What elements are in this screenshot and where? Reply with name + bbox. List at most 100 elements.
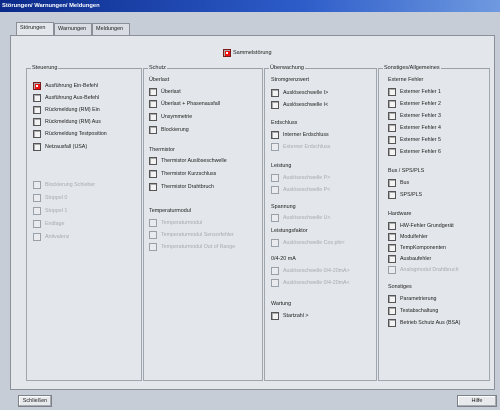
checkbox-rm-testposition[interactable]	[33, 130, 41, 138]
checkbox-temperaturmodul	[149, 219, 157, 227]
label-parametrierung: Parametrierung	[400, 296, 437, 302]
label-blockierung: Blockierung	[161, 127, 189, 133]
checkbox-antivalenz	[33, 233, 41, 241]
label-externer-erdschluss: Externer Erdschluss	[283, 144, 331, 150]
label-antivalenz: Antivalenz	[45, 234, 70, 240]
subheading-externe-fehler: Externe Fehler	[388, 77, 424, 83]
checkbox-endlage	[33, 220, 41, 228]
tab-meldungen[interactable]: Meldungen	[92, 23, 130, 35]
label-thermistor-kurzschluss: Thermistor Kurzschluss	[161, 171, 217, 177]
checkbox-externer-fehler-5[interactable]	[388, 136, 396, 144]
checkbox-thermistor-ausloese[interactable]	[149, 157, 157, 165]
group-title: Schutz	[148, 64, 167, 72]
group-title: Steuerung	[31, 64, 59, 72]
label-temperaturmodul-range: Temperaturmodul Out of Range	[161, 244, 236, 250]
checkbox-hw-fehler[interactable]	[388, 222, 396, 230]
checkbox-ausbaufehler[interactable]	[388, 255, 396, 263]
tab-stoerungen[interactable]: Störungen	[16, 22, 54, 35]
checkbox-parametrierung[interactable]	[388, 295, 396, 303]
checkbox-betrieb-schutz-aus[interactable]	[388, 319, 396, 327]
subheading-hardware: Hardware	[388, 211, 412, 217]
checkbox-ausfuehrung-aus[interactable]	[33, 94, 41, 102]
label-externer-fehler-2: Externer Fehler 2	[400, 101, 441, 107]
checkbox-ausfuehrung-ein[interactable]	[33, 82, 41, 90]
label-ausbaufehler: Ausbaufehler	[400, 256, 432, 262]
checkbox-bus[interactable]	[388, 179, 396, 187]
checkbox-ausloese-i-gt[interactable]	[271, 89, 279, 97]
sammelstoerung-label: Sammelstörung	[233, 50, 272, 56]
label-modulfehler: Modulfehler	[400, 234, 428, 240]
checkbox-externer-fehler-3[interactable]	[388, 112, 396, 120]
label-ausloese-u-lt: Auslöseschwelle U<	[283, 215, 331, 221]
checkbox-thermistor-drahtbruch[interactable]	[149, 183, 157, 191]
group-steuerung: Steuerung	[26, 64, 142, 381]
checkbox-tempkomponenten[interactable]	[388, 244, 396, 252]
label-ausloese-i-gt: Auslöseschwelle I>	[283, 90, 329, 96]
subheading-leistungsfaktor: Leistungsfaktor	[271, 228, 308, 234]
subheading-temperaturmodul: Temperaturmodul	[149, 208, 191, 214]
checkbox-thermistor-kurzschluss[interactable]	[149, 170, 157, 178]
checkbox-testabschaltung[interactable]	[388, 307, 396, 315]
subheading-ueberlast: Überlast	[149, 77, 170, 83]
subheading-stromgrenzwert: Stromgrenzwert	[271, 77, 310, 83]
label-netzausfall: Netzausfall (USA)	[45, 144, 88, 150]
subheading-thermistor: Thermistor	[149, 147, 175, 153]
checkbox-modulfehler[interactable]	[388, 233, 396, 241]
label-externer-fehler-5: Externer Fehler 5	[400, 137, 441, 143]
checkbox-ausloese-i-lt[interactable]	[271, 101, 279, 109]
label-sps-pls: SPS/PLS	[400, 192, 423, 198]
label-externer-fehler-3: Externer Fehler 3	[400, 113, 441, 119]
checkbox-externer-fehler-1[interactable]	[388, 88, 396, 96]
checkbox-rm-ein[interactable]	[33, 106, 41, 114]
label-stoppel-0: Stoppel 0	[45, 195, 68, 201]
label-temperaturmodul-sensor: Temperaturmodul Sensorfehler	[161, 232, 234, 238]
group-title: Sonstiges/Allgemeines	[383, 64, 441, 72]
dialog-window: Störungen/ Warnungen/ Meldungen Störunge…	[0, 0, 500, 410]
checkbox-externer-erdschluss	[271, 143, 279, 151]
checkbox-ueberlast[interactable]	[149, 88, 157, 96]
help-button[interactable]: Hilfe	[457, 395, 497, 407]
checkbox-analogmodul-drahtbruch	[388, 266, 396, 274]
checkbox-externer-fehler-2[interactable]	[388, 100, 396, 108]
subheading-sonstiges: Sonstiges	[388, 284, 412, 290]
group-title: Überwachung	[269, 64, 305, 72]
checkbox-externer-fehler-6[interactable]	[388, 148, 396, 156]
subheading-erdschluss: Erdschluss	[271, 120, 298, 126]
label-ausloese-i-lt: Auslöseschwelle I<	[283, 102, 329, 108]
checkbox-ueberlast-phasenausfall[interactable]	[149, 100, 157, 108]
checkbox-unsymmetrie[interactable]	[149, 113, 157, 121]
group-ueberwachung: Überwachung	[264, 64, 377, 381]
checkbox-interner-erdschluss[interactable]	[271, 131, 279, 139]
subheading-spannung: Spannung	[271, 204, 296, 210]
checkbox-rm-aus[interactable]	[33, 118, 41, 126]
label-ausloese-p-lt: Auslöseschwelle P<	[283, 187, 331, 193]
label-ausloese-ma-lt: Auslöseschwelle 0/4-20mA<	[283, 280, 350, 286]
label-tempkomponenten: TempKomponenten	[400, 245, 446, 251]
label-bus: Bus	[400, 180, 410, 186]
label-externer-fehler-1: Externer Fehler 1	[400, 89, 441, 95]
checkbox-temperaturmodul-sensor	[149, 231, 157, 239]
checkbox-externer-fehler-4[interactable]	[388, 124, 396, 132]
label-ueberlast: Überlast	[161, 89, 181, 95]
tab-warnungen[interactable]: Warnungen	[54, 23, 92, 35]
label-interner-erdschluss: Interner Erdschluss	[283, 132, 329, 138]
sammelstoerung-checkbox[interactable]	[223, 49, 231, 57]
label-ueberlast-phasenausfall: Überlast + Phasenausfall	[161, 101, 221, 107]
label-analogmodul-drahtbruch: Analogmodul Drahtbruch	[400, 267, 459, 273]
checkbox-blockierung[interactable]	[149, 126, 157, 134]
checkbox-sps-pls[interactable]	[388, 191, 396, 199]
label-ausfuehrung-ein: Ausführung Ein-Befehl	[45, 83, 99, 89]
label-testabschaltung: Testabschaltung	[400, 308, 439, 314]
label-hw-fehler: HW-Fehler Grundgerät	[400, 223, 454, 229]
window-title: Störungen/ Warnungen/ Meldungen	[0, 0, 500, 12]
checkbox-startzahl[interactable]	[271, 312, 279, 320]
close-button[interactable]: Schließen	[18, 395, 52, 407]
checkbox-ausloese-u-lt	[271, 214, 279, 222]
label-externer-fehler-4: Externer Fehler 4	[400, 125, 441, 131]
label-betrieb-schutz-aus: Betrieb Schutz Aus (BSA)	[400, 320, 461, 326]
label-thermistor-ausloese: Thermistor Auslöseschwelle	[161, 158, 227, 164]
subheading-wartung: Wartung	[271, 301, 292, 307]
label-unsymmetrie: Unsymmetrie	[161, 114, 193, 120]
checkbox-netzausfall[interactable]	[33, 143, 41, 151]
checkbox-ausloese-ma-gt	[271, 267, 279, 275]
